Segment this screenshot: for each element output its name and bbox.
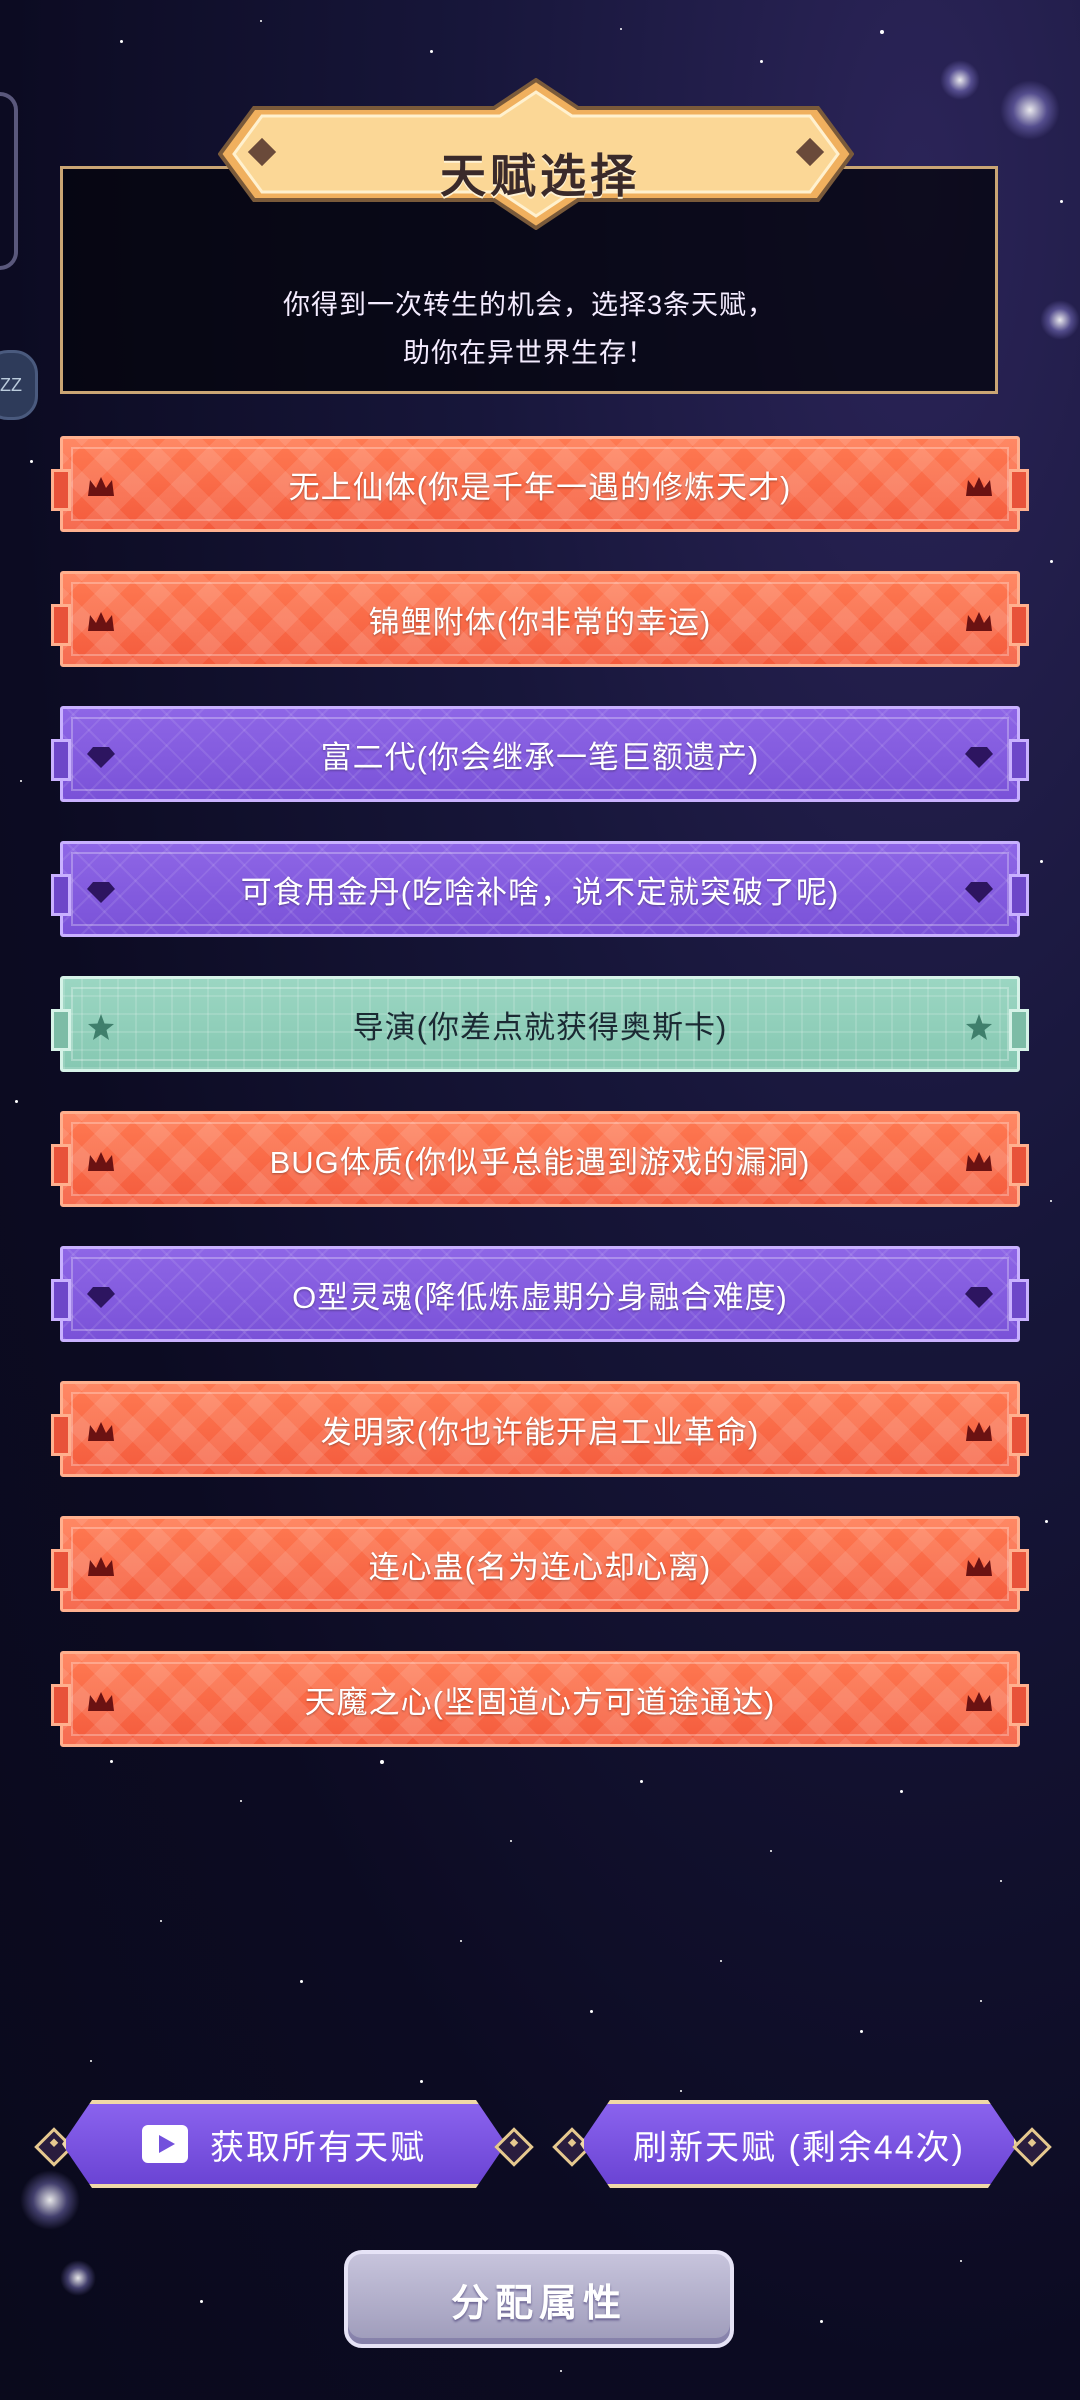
talent-label: 锦鲤附体(你非常的幸运): [368, 604, 712, 640]
intro-line-1: 你得到一次转生的机会，选择3条天赋，: [282, 290, 775, 320]
crown-icon: [83, 469, 119, 505]
talent-label: 天魔之心(坚固道心方可道途通达): [304, 1684, 776, 1720]
ornament-diamond: [1012, 2127, 1052, 2167]
crown-icon: [83, 604, 119, 640]
crown-icon: [83, 1414, 119, 1450]
talent-label: 导演(你差点就获得奥斯卡): [352, 1009, 728, 1045]
crown-icon: [961, 469, 997, 505]
talent-option[interactable]: 富二代(你会继承一笔巨额遗产): [51, 706, 1029, 802]
allocate-attributes-label: 分配属性: [450, 2282, 627, 2325]
intro-text: 你得到一次转生的机会，选择3条天赋， 助你在异世界生存！: [63, 281, 995, 377]
talent-label: 连心蛊(名为连心却心离): [368, 1549, 712, 1585]
diamond-gem-icon: [961, 874, 997, 910]
talent-label: 无上仙体(你是千年一遇的修炼天才): [288, 469, 792, 505]
talent-option[interactable]: 天魔之心(坚固道心方可道途通达): [51, 1651, 1029, 1747]
crown-icon: [961, 604, 997, 640]
star-icon: [961, 1009, 997, 1045]
allocate-attributes-button[interactable]: 分配属性: [344, 2250, 734, 2348]
video-play-icon: [142, 2125, 188, 2163]
refresh-talents-button[interactable]: 刷新天赋 (剩余44次): [580, 2100, 1018, 2188]
diamond-gem-icon: [83, 1279, 119, 1315]
crown-icon: [83, 1549, 119, 1585]
talent-label: O型灵魂(降低炼虚期分身融合难度): [292, 1279, 788, 1315]
crown-icon: [961, 1549, 997, 1585]
diamond-gem-icon: [961, 739, 997, 775]
talent-label: 可食用金丹(吃啥补啥，说不定就突破了呢): [240, 874, 840, 910]
talent-option[interactable]: 发明家(你也许能开启工业革命): [51, 1381, 1029, 1477]
talent-option[interactable]: 无上仙体(你是千年一遇的修炼天才): [51, 436, 1029, 532]
get-all-talents-button[interactable]: 获取所有天赋: [62, 2100, 506, 2188]
diamond-gem-icon: [961, 1279, 997, 1315]
talent-label: 富二代(你会继承一笔巨额遗产): [320, 739, 760, 775]
talent-option[interactable]: 可食用金丹(吃啥补啥，说不定就突破了呢): [51, 841, 1029, 937]
talent-option[interactable]: 锦鲤附体(你非常的幸运): [51, 571, 1029, 667]
talent-option[interactable]: 连心蛊(名为连心却心离): [51, 1516, 1029, 1612]
crown-icon: [83, 1684, 119, 1720]
talent-option[interactable]: 导演(你差点就获得奥斯卡): [51, 976, 1029, 1072]
talent-label: 发明家(你也许能开启工业革命): [320, 1414, 760, 1450]
crown-icon: [961, 1144, 997, 1180]
crown-icon: [961, 1684, 997, 1720]
diamond-gem-icon: [83, 739, 119, 775]
page-title: 天赋选择: [440, 150, 640, 202]
ornament-diamond: [494, 2127, 534, 2167]
diamond-gem-icon: [83, 874, 119, 910]
talent-label: BUG体质(你似乎总能遇到游戏的漏洞): [269, 1144, 811, 1180]
get-all-talents-label: 获取所有天赋: [210, 2128, 426, 2167]
crown-icon: [83, 1144, 119, 1180]
sleep-badge[interactable]: ZZ: [0, 350, 38, 420]
crown-icon: [961, 1414, 997, 1450]
star-icon: [83, 1009, 119, 1045]
talent-option[interactable]: BUG体质(你似乎总能遇到游戏的漏洞): [51, 1111, 1029, 1207]
intro-line-2: 助你在异世界生存！: [403, 338, 655, 368]
talent-option[interactable]: O型灵魂(降低炼虚期分身融合难度): [51, 1246, 1029, 1342]
refresh-talents-label: 刷新天赋 (剩余44次): [633, 2128, 965, 2167]
talent-list: 无上仙体(你是千年一遇的修炼天才) 锦鲤附体(你非常的幸运) 富二代(你会继承一…: [51, 436, 1029, 1786]
sleep-badge-label: ZZ: [0, 374, 22, 395]
